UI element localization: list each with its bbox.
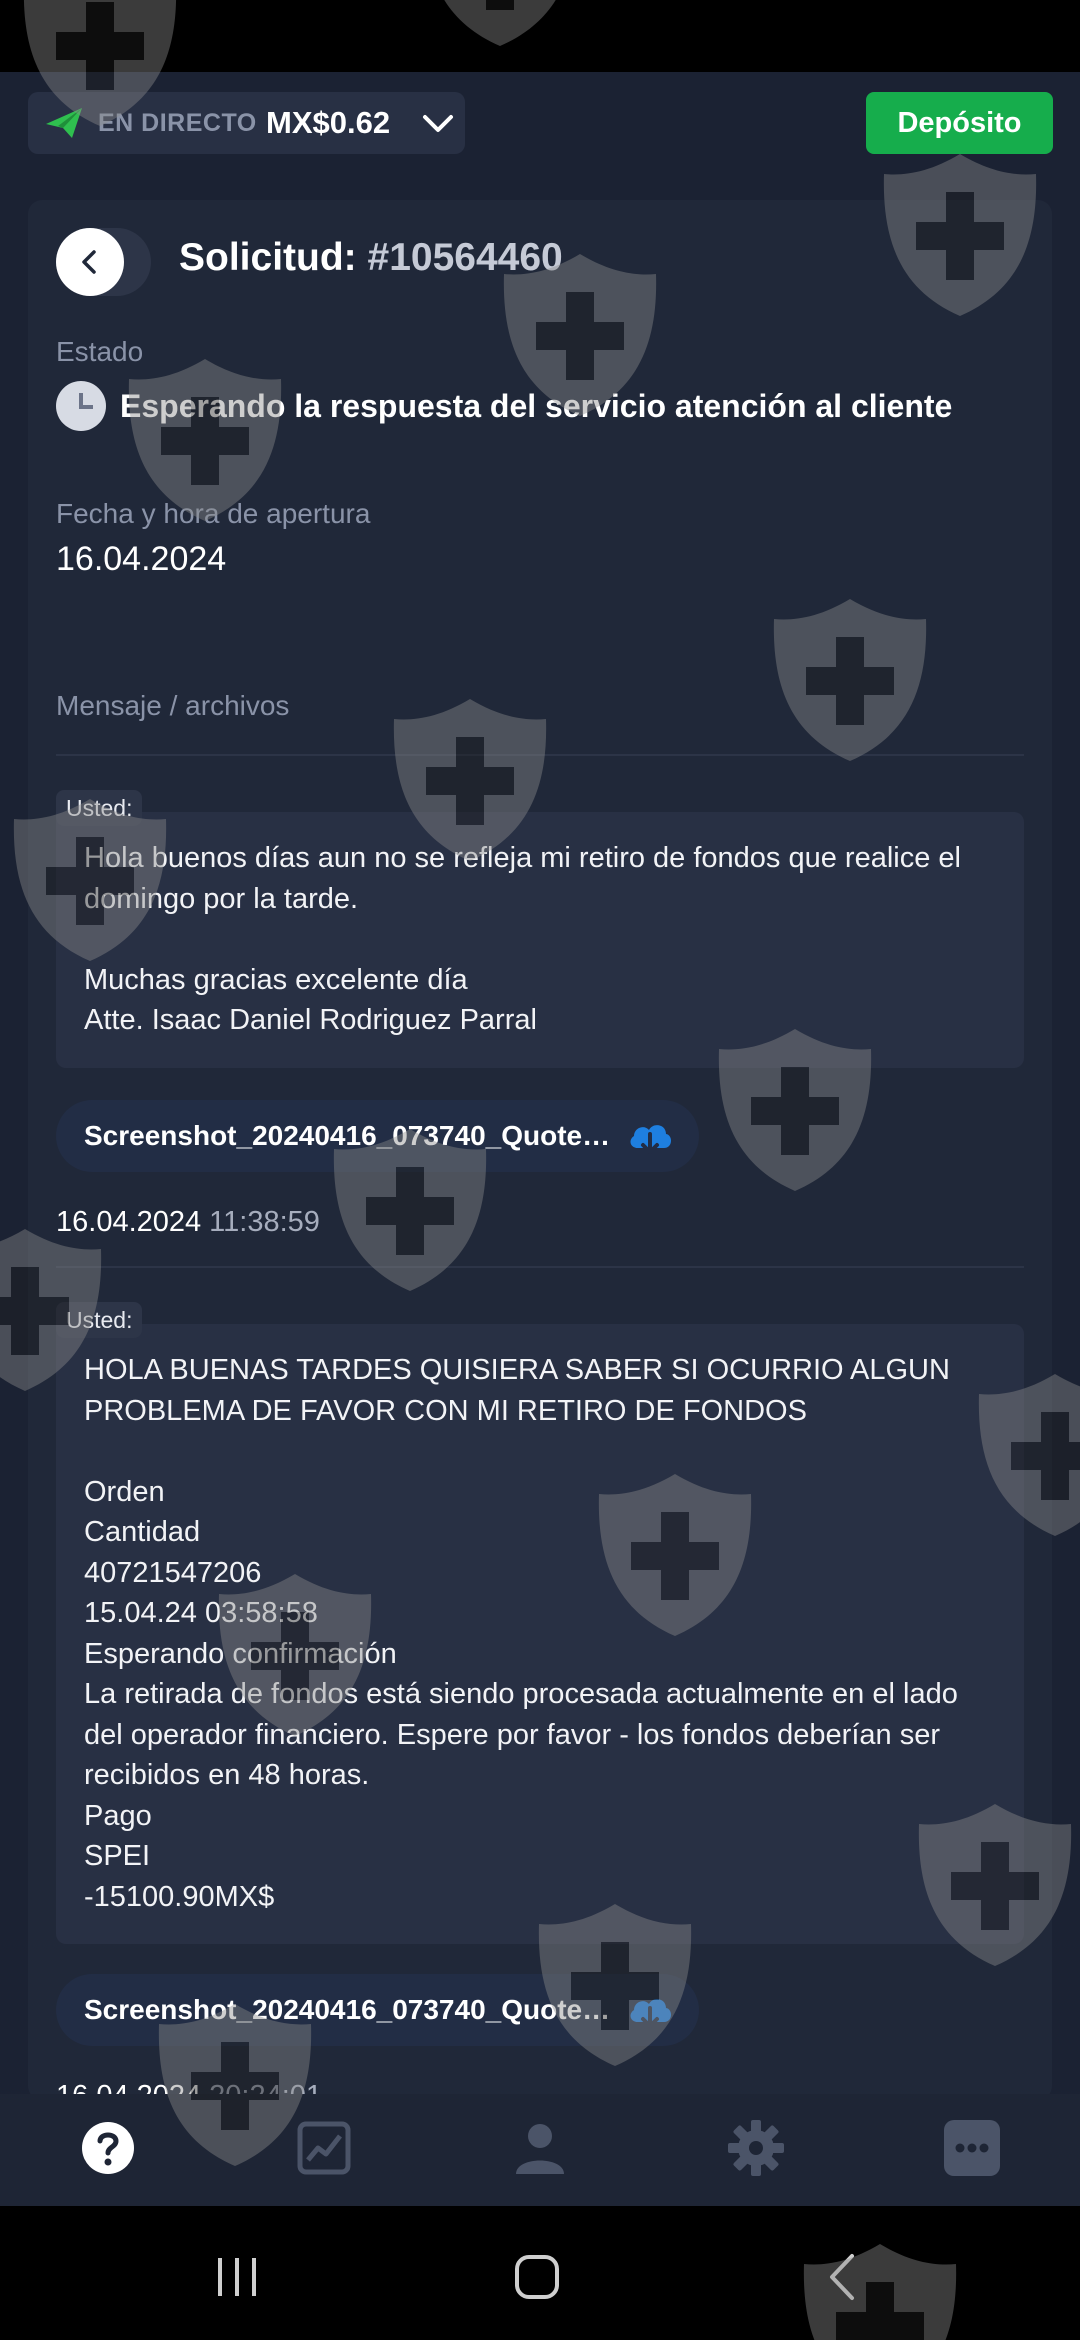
message-timestamp: 16.04.2024 11:38:59 bbox=[56, 1206, 320, 1239]
cloud-download-icon[interactable] bbox=[626, 1992, 674, 2032]
bottom-nav bbox=[0, 2094, 1080, 2206]
attachment-name: Screenshot_20240416_073740_Quotex.jpg bbox=[84, 1120, 619, 1151]
top-bar: EN DIRECTO MX$0.62 Depósito bbox=[0, 72, 1080, 174]
message-line: Atte. Isaac Daniel Rodriguez Parral bbox=[84, 1004, 537, 1036]
recent-apps-icon[interactable] bbox=[212, 2254, 262, 2300]
author-tag: Usted: bbox=[56, 790, 143, 826]
message-line: del operador financiero. Espere por favo… bbox=[84, 1718, 940, 1751]
message-line: PROBLEMA DE FAVOR CON MI RETIRO DE FONDO… bbox=[84, 1394, 807, 1427]
status-bar bbox=[0, 0, 1080, 72]
message-bubble: HOLA BUENAS TARDES QUISIERA SABER SI OCU… bbox=[56, 1324, 1024, 1944]
message-line: 40721547206 bbox=[84, 1556, 262, 1589]
message-line: Muchas gracias excelente día bbox=[84, 963, 468, 996]
back-circle bbox=[56, 228, 124, 296]
attachment[interactable]: Screenshot_20240416_073740_Quotex.jpg bbox=[56, 1100, 699, 1172]
message-line: -15100.90MX$ bbox=[84, 1880, 275, 1913]
message-line bbox=[84, 919, 996, 960]
opened-label: Fecha y hora de apertura bbox=[56, 498, 371, 529]
message-bubble: Hola buenos días aun no se refleja mi re… bbox=[56, 812, 1024, 1068]
message-line: Esperando confirmación bbox=[84, 1637, 397, 1670]
message-date: 16.04.2024 bbox=[56, 1206, 202, 1238]
attachment-name: Screenshot_20240416_073740_Quotex.jpg bbox=[84, 1994, 619, 2025]
account-selector[interactable]: EN DIRECTO MX$0.62 bbox=[28, 92, 465, 154]
message-line: Pago bbox=[84, 1799, 152, 1832]
message-line: Orden bbox=[84, 1475, 165, 1508]
cloud-download-icon[interactable] bbox=[626, 1118, 674, 1158]
home-icon[interactable] bbox=[512, 2252, 562, 2302]
divider bbox=[56, 754, 1024, 756]
message-time: 20:24:01 bbox=[209, 2080, 322, 2094]
back-button[interactable] bbox=[56, 228, 151, 296]
main-content: Solicitud: #10564460 Estado Esperando la… bbox=[0, 174, 1080, 2094]
help-icon[interactable] bbox=[78, 2118, 138, 2178]
message-line: Cantidad bbox=[84, 1516, 201, 1548]
status-label: Estado bbox=[56, 336, 144, 367]
status-row: Esperando la respuesta del servicio aten… bbox=[56, 380, 952, 432]
message-line: recibidos en 48 horas. bbox=[84, 1759, 370, 1791]
message-line bbox=[84, 1431, 996, 1472]
chart-icon[interactable] bbox=[294, 2118, 354, 2178]
deposit-button[interactable]: Depósito bbox=[866, 92, 1053, 154]
system-nav-bar bbox=[0, 2206, 1080, 2340]
message-timestamp: 16.04.2024 20:24:01 bbox=[56, 2080, 322, 2094]
message-line: HOLA BUENAS TARDES QUISIERA SABER SI OCU… bbox=[84, 1354, 950, 1386]
request-number: #10564460 bbox=[367, 236, 563, 279]
author-tag: Usted: bbox=[56, 1302, 143, 1338]
message-line: SPEI bbox=[84, 1840, 151, 1872]
profile-icon[interactable] bbox=[510, 2118, 570, 2178]
message-time: 11:38:59 bbox=[209, 1206, 320, 1238]
message-line: La retirada de fondos está siendo proces… bbox=[84, 1678, 958, 1710]
settings-icon[interactable] bbox=[726, 2118, 786, 2178]
paper-plane-icon bbox=[46, 108, 82, 138]
message-line: 15.04.24 03:58:58 bbox=[84, 1597, 318, 1629]
live-label: EN DIRECTO bbox=[98, 109, 257, 137]
back-nav-icon[interactable] bbox=[822, 2252, 862, 2302]
title-prefix: Solicitud: bbox=[179, 236, 357, 279]
request-card: Solicitud: #10564460 Estado Esperando la… bbox=[28, 200, 1052, 2094]
message-date: 16.04.2024 bbox=[56, 2080, 201, 2094]
clock-icon bbox=[56, 381, 106, 431]
messages-label: Mensaje / archivos bbox=[56, 690, 290, 721]
message-line: domingo por la tarde. bbox=[84, 882, 359, 915]
divider bbox=[56, 1266, 1024, 1268]
chevron-down-icon bbox=[423, 115, 453, 132]
opened-value: 16.04.2024 bbox=[56, 540, 227, 578]
chevron-left-icon bbox=[82, 250, 96, 274]
page-title: Solicitud: #10564460 bbox=[179, 236, 563, 280]
status-value: Esperando la respuesta del servicio aten… bbox=[120, 387, 953, 424]
more-icon[interactable] bbox=[942, 2118, 1002, 2178]
message-line: Hola buenos días aun no se refleja mi re… bbox=[84, 842, 961, 874]
balance-value: MX$0.62 bbox=[266, 105, 391, 140]
attachment[interactable]: Screenshot_20240416_073740_Quotex.jpg bbox=[56, 1974, 699, 2046]
